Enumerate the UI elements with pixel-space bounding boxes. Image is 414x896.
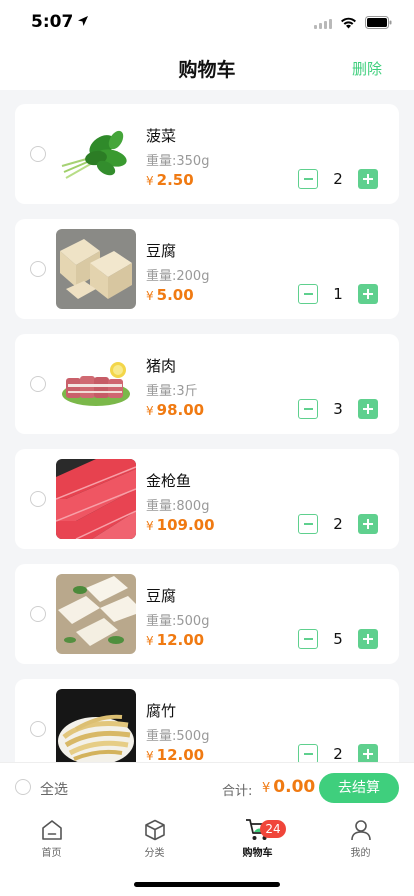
- decrease-quantity-button[interactable]: [298, 744, 318, 762]
- item-select-radio[interactable]: [30, 721, 46, 737]
- item-name: 腐竹: [146, 702, 177, 720]
- tab-label: 首页: [41, 848, 62, 859]
- item-weight: 重量:500g: [146, 729, 210, 744]
- item-quantity: 2: [333, 515, 343, 533]
- nav-bar: 购物车 删除: [0, 46, 414, 90]
- wifi-icon: [340, 14, 357, 33]
- item-price: ¥2.50: [146, 171, 194, 189]
- tab-label: 购物车: [242, 848, 273, 859]
- select-all-label[interactable]: 全选: [40, 779, 68, 799]
- delete-button[interactable]: 删除: [352, 58, 382, 79]
- item-quantity: 2: [333, 170, 343, 188]
- decrease-quantity-button[interactable]: [298, 629, 318, 649]
- increase-quantity-button[interactable]: [358, 744, 378, 762]
- currency-symbol: ¥: [146, 634, 154, 648]
- tab-home[interactable]: 首页: [0, 818, 103, 859]
- home-indicator: [134, 882, 280, 887]
- checkout-bar: 全选 合计: ¥0.00 去结算: [0, 762, 414, 812]
- currency-symbol: ¥: [262, 781, 271, 796]
- increase-quantity-button[interactable]: [358, 514, 378, 534]
- item-price: ¥109.00: [146, 516, 215, 534]
- item-name: 猪肉: [146, 357, 177, 375]
- yuba-image: [56, 689, 136, 762]
- tab-label: 分类: [144, 848, 165, 859]
- profile-icon: [309, 818, 412, 842]
- item-weight: 重量:500g: [146, 614, 210, 629]
- currency-symbol: ¥: [146, 404, 154, 418]
- status-indicators: [314, 14, 392, 33]
- battery-icon: [365, 14, 392, 33]
- currency-symbol: ¥: [146, 749, 154, 762]
- item-price: ¥12.00: [146, 746, 204, 762]
- tab-cart[interactable]: 24 购物车: [206, 818, 309, 859]
- currency-symbol: ¥: [146, 174, 154, 188]
- decrease-quantity-button[interactable]: [298, 169, 318, 189]
- item-name: 金枪鱼: [146, 472, 192, 490]
- item-quantity: 1: [333, 285, 343, 303]
- total-amount: ¥0.00: [262, 777, 315, 797]
- tab-label: 我的: [350, 848, 371, 859]
- total-label: 合计:: [222, 784, 253, 799]
- cart-list[interactable]: 菠菜 重量:350g ¥2.50 2 豆腐 重量:200g ¥5.00 1 猪肉…: [0, 90, 414, 762]
- cart-item: 豆腐 重量:200g ¥5.00 1: [15, 219, 399, 319]
- cart-item: 菠菜 重量:350g ¥2.50 2: [15, 104, 399, 204]
- increase-quantity-button[interactable]: [358, 169, 378, 189]
- pork-image: [56, 344, 136, 424]
- cart-icon: [206, 818, 309, 842]
- currency-symbol: ¥: [146, 519, 154, 533]
- item-weight: 重量:800g: [146, 499, 210, 514]
- price-value: 12.00: [156, 631, 205, 649]
- tab-category[interactable]: 分类: [103, 818, 206, 859]
- status-time: 5:07: [31, 12, 89, 32]
- price-value: 2.50: [156, 171, 194, 189]
- status-bar: 5:07: [0, 0, 414, 46]
- decrease-quantity-button[interactable]: [298, 284, 318, 304]
- price-value: 98.00: [156, 401, 205, 419]
- cart-item: 金枪鱼 重量:800g ¥109.00 2: [15, 449, 399, 549]
- cellular-signal-icon: [314, 18, 332, 29]
- select-all-radio[interactable]: [15, 779, 31, 795]
- item-quantity: 3: [333, 400, 343, 418]
- increase-quantity-button[interactable]: [358, 629, 378, 649]
- item-price: ¥5.00: [146, 286, 194, 304]
- currency-symbol: ¥: [146, 289, 154, 303]
- status-time-text: 5:07: [31, 12, 74, 32]
- item-price: ¥12.00: [146, 631, 204, 649]
- item-name: 豆腐: [146, 587, 177, 605]
- price-value: 5.00: [156, 286, 194, 304]
- item-name: 豆腐: [146, 242, 177, 260]
- home-icon: [0, 818, 103, 842]
- price-value: 12.00: [156, 746, 205, 762]
- item-select-radio[interactable]: [30, 146, 46, 162]
- decrease-quantity-button[interactable]: [298, 399, 318, 419]
- item-quantity: 2: [333, 745, 343, 762]
- cart-item: 腐竹 重量:500g ¥12.00 2: [15, 679, 399, 762]
- tab-profile[interactable]: 我的: [309, 818, 412, 859]
- cart-item: 猪肉 重量:3斤 ¥98.00 3: [15, 334, 399, 434]
- tuna-image: [56, 459, 136, 539]
- tofu-image: [56, 229, 136, 309]
- item-quantity: 5: [333, 630, 343, 648]
- item-name: 菠菜: [146, 127, 177, 145]
- tofu-image: [56, 574, 136, 654]
- decrease-quantity-button[interactable]: [298, 514, 318, 534]
- item-select-radio[interactable]: [30, 606, 46, 622]
- item-select-radio[interactable]: [30, 491, 46, 507]
- item-weight: 重量:350g: [146, 154, 210, 169]
- increase-quantity-button[interactable]: [358, 399, 378, 419]
- spinach-image: [56, 114, 136, 194]
- item-select-radio[interactable]: [30, 376, 46, 392]
- cart-badge: 24: [260, 820, 286, 838]
- cart-item: 豆腐 重量:500g ¥12.00 5: [15, 564, 399, 664]
- total-value: 0.00: [273, 777, 316, 797]
- location-arrow-icon: [77, 12, 89, 32]
- price-value: 109.00: [156, 516, 215, 534]
- item-price: ¥98.00: [146, 401, 204, 419]
- item-weight: 重量:200g: [146, 269, 210, 284]
- item-select-radio[interactable]: [30, 261, 46, 277]
- item-weight: 重量:3斤: [146, 384, 198, 399]
- increase-quantity-button[interactable]: [358, 284, 378, 304]
- category-icon: [103, 818, 206, 842]
- checkout-button[interactable]: 去结算: [319, 773, 399, 803]
